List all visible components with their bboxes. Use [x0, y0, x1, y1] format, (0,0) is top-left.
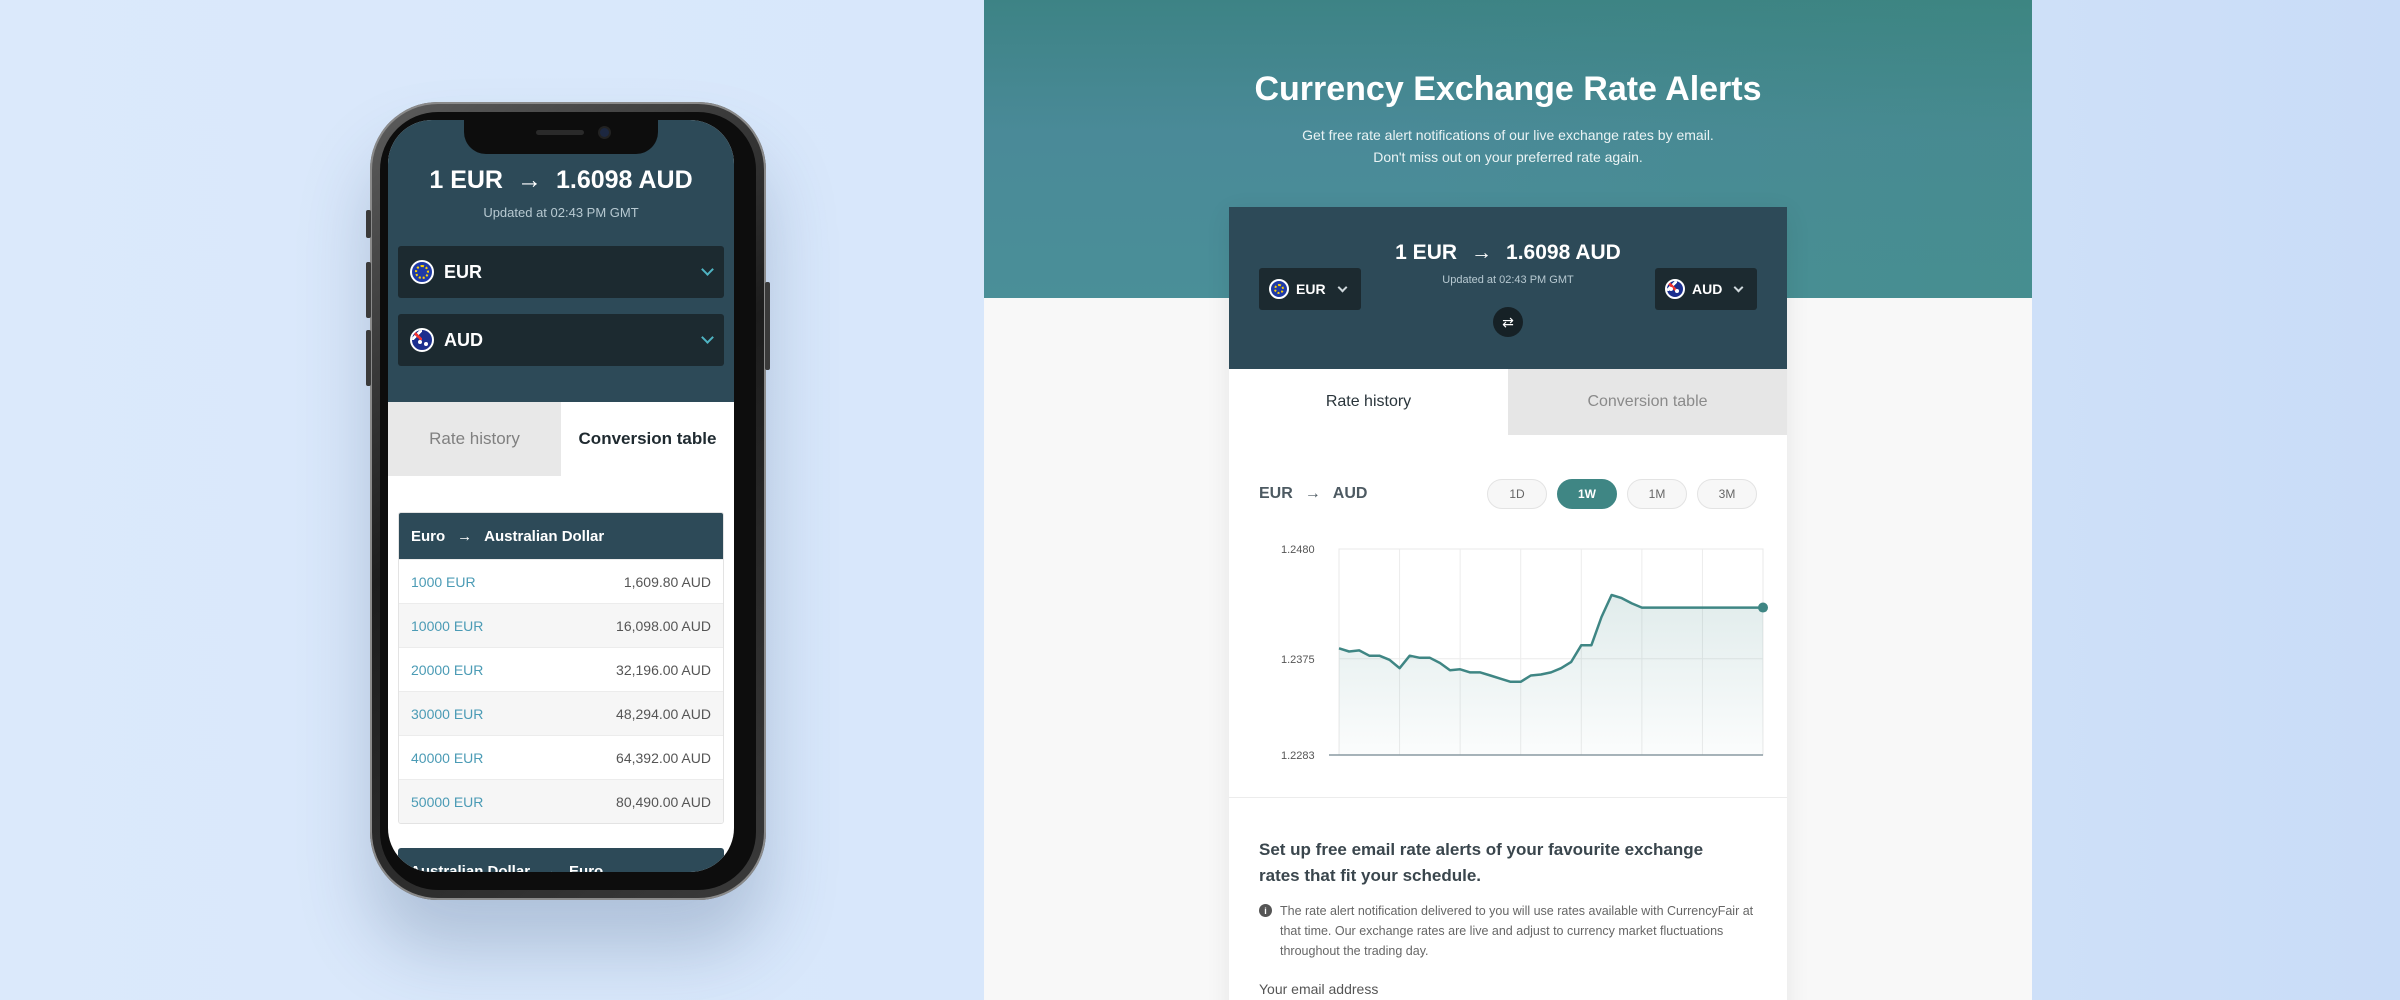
- rate-from: 1 EUR: [1395, 241, 1458, 264]
- mobile-screen: 1 EUR → 1.6098 AUD Updated at 02:43 PM G…: [388, 120, 734, 872]
- arrow-right-icon: →: [1304, 485, 1321, 502]
- phone-volume-up: [366, 262, 371, 318]
- divider: [1229, 797, 1787, 798]
- last-point-marker: [1758, 602, 1768, 613]
- card-header: EUR 1 EUR → 1.6098 AUD Updated at 02:43 …: [1229, 207, 1787, 369]
- mobile-header: 1 EUR → 1.6098 AUD Updated at 02:43 PM G…: [388, 120, 734, 402]
- au-flag-icon: [410, 328, 434, 352]
- chevron-down-icon: [701, 263, 714, 276]
- to-currency-label: AUD: [444, 329, 483, 350]
- y-tick-label: 1.2480: [1281, 544, 1315, 556]
- eu-flag-icon: [410, 260, 434, 284]
- y-tick-label: 1.2283: [1281, 750, 1315, 762]
- pair-to: AUD: [1332, 485, 1368, 502]
- row-amount[interactable]: 1000 EUR: [411, 574, 476, 590]
- table-header: Euro → Australian Dollar: [399, 513, 723, 559]
- row-amount[interactable]: 10000 EUR: [411, 618, 483, 634]
- swap-arrows-icon[interactable]: ⇄: [1493, 307, 1523, 337]
- au-flag-icon: [1665, 279, 1685, 299]
- phone-power-button: [765, 282, 770, 370]
- arrow-right-icon: →: [457, 527, 473, 545]
- tab-conversion-table[interactable]: Conversion table: [1508, 369, 1787, 435]
- row-value: 1,609.80 AUD: [623, 573, 711, 590]
- to-currency-label: AUD: [1692, 281, 1723, 297]
- chevron-down-icon: [1733, 282, 1744, 292]
- arrow-right-icon: →: [516, 166, 542, 194]
- y-tick-label: 1.2375: [1281, 654, 1315, 666]
- info-text: The rate alert notification delivered to…: [1280, 904, 1754, 958]
- table-row: 50000 EUR 80,490.00 AUD: [399, 779, 723, 823]
- table-row: 20000 EUR 32,196.00 AUD: [399, 647, 723, 691]
- table-row: 40000 EUR 64,392.00 AUD: [399, 735, 723, 779]
- conversion-table-aud-eur-header: Australian Dollar → Euro: [398, 848, 724, 872]
- period-selector: 1D 1W 1M 3M: [1487, 479, 1757, 509]
- row-amount[interactable]: 40000 EUR: [411, 750, 483, 766]
- to-currency-select[interactable]: AUD: [398, 314, 724, 366]
- phone-volume-down: [366, 330, 371, 386]
- mobile-tabs: Rate history Conversion table: [388, 402, 734, 476]
- table-header-to: Euro: [569, 862, 604, 873]
- period-3m-button[interactable]: 3M: [1697, 479, 1757, 509]
- series-area: [1339, 595, 1763, 755]
- row-value: 48,294.00 AUD: [616, 705, 711, 722]
- from-currency-select[interactable]: EUR: [398, 246, 724, 298]
- row-amount[interactable]: 50000 EUR: [411, 794, 483, 810]
- conversion-table-eur-aud: Euro → Australian Dollar 1000 EUR 1,609.8…: [398, 512, 724, 824]
- period-1d-button[interactable]: 1D: [1487, 479, 1547, 509]
- updated-time: Updated at 02:43 PM GMT: [483, 205, 639, 220]
- from-currency-label: EUR: [444, 261, 483, 282]
- table-row: 1000 EUR 1,609.80 AUD: [399, 559, 723, 603]
- pair-from: EUR: [1259, 485, 1293, 502]
- row-value: 64,392.00 AUD: [616, 749, 711, 766]
- chart-pair-label: EUR → AUD: [1259, 485, 1367, 503]
- info-icon: i: [1259, 904, 1272, 917]
- row-value: 32,196.00 AUD: [616, 661, 711, 678]
- to-currency-select[interactable]: AUD: [1655, 268, 1757, 310]
- period-1w-button[interactable]: 1W: [1557, 479, 1617, 509]
- tab-rate-history[interactable]: Rate history: [1229, 369, 1508, 435]
- alert-heading: Set up free email rate alerts of your fa…: [1259, 840, 1704, 885]
- arrow-right-icon: →: [542, 862, 558, 873]
- phone-mute-switch: [366, 210, 371, 238]
- rate-card: EUR 1 EUR → 1.6098 AUD Updated at 02:43 …: [1229, 207, 1787, 1000]
- table-header-from: Euro: [411, 527, 446, 545]
- tab-rate-history[interactable]: Rate history: [388, 402, 561, 476]
- phone-mockup: 1 EUR → 1.6098 AUD Updated at 02:43 PM G…: [366, 102, 770, 900]
- rate-display: 1 EUR → 1.6098 AUD: [1229, 241, 1787, 265]
- chevron-down-icon: [701, 331, 714, 344]
- rate-from: 1 EUR: [429, 166, 503, 194]
- tab-conversion-table[interactable]: Conversion table: [561, 402, 734, 476]
- row-amount[interactable]: 20000 EUR: [411, 662, 483, 678]
- mobile-rate-display: 1 EUR → 1.6098 AUD: [388, 166, 734, 195]
- row-value: 80,490.00 AUD: [616, 793, 711, 810]
- table-header-to: Australian Dollar: [484, 527, 605, 545]
- rate-to: 1.6098 AUD: [1506, 241, 1621, 264]
- row-value: 16,098.00 AUD: [616, 617, 711, 634]
- table-row: 10000 EUR 16,098.00 AUD: [399, 603, 723, 647]
- desktop-page: Currency Exchange Rate Alerts Get free r…: [984, 0, 2032, 1000]
- card-tabs: Rate history Conversion table: [1229, 369, 1787, 435]
- page-subtitle: Get free rate alert notifications of our…: [1302, 127, 1714, 165]
- period-1m-button[interactable]: 1M: [1627, 479, 1687, 509]
- arrow-right-icon: →: [1471, 241, 1493, 264]
- rate-to: 1.6098 AUD: [555, 166, 693, 194]
- page-title: Currency Exchange Rate Alerts: [1254, 70, 1762, 108]
- phone-notch: [464, 120, 658, 154]
- table-row: 30000 EUR 48,294.00 AUD: [399, 691, 723, 735]
- table-header-from: Australian Dollar: [410, 862, 531, 873]
- rate-history-chart: 1.2480 1.2375 1.2283: [1281, 544, 1768, 762]
- row-amount[interactable]: 30000 EUR: [411, 706, 483, 722]
- email-label: Your email address: [1259, 981, 1379, 997]
- info-note: i The rate alert notification delivered …: [1259, 901, 1759, 961]
